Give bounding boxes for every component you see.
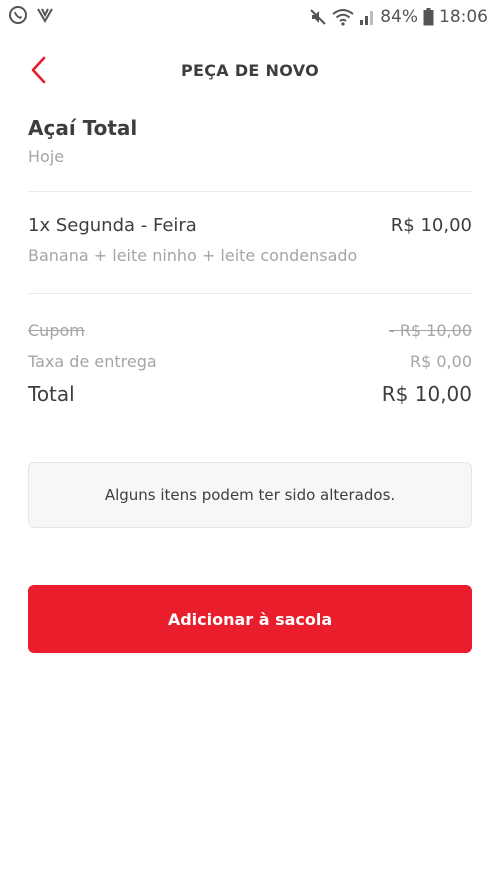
total-label: Total (28, 382, 75, 406)
divider (28, 191, 472, 192)
page-title: PEÇA DE NOVO (181, 61, 319, 80)
header: PEÇA DE NOVO (0, 44, 500, 98)
total-value: R$ 10,00 (381, 382, 472, 406)
coupon-label: Cupom (28, 321, 85, 340)
whatsapp-icon (8, 5, 28, 29)
status-left-icons (8, 5, 54, 29)
items-changed-notice: Alguns itens podem ter sido alterados. (28, 462, 472, 528)
item-title: 1x Segunda - Feira (28, 215, 197, 236)
order-item: 1x Segunda - Feira R$ 10,00 Banana + lei… (28, 212, 472, 265)
store-name: Açaí Total (28, 116, 138, 140)
battery-percentage: 84% (380, 7, 418, 27)
signal-icon (359, 8, 375, 26)
total-row: Total R$ 10,00 (28, 377, 472, 411)
delivery-fee-row: Taxa de entrega R$ 0,00 (28, 346, 472, 377)
divider (28, 293, 472, 294)
order-date: Hoje (28, 147, 65, 166)
notification-icon (36, 6, 54, 28)
coupon-row: Cupom - R$ 10,00 (28, 315, 472, 346)
order-summary: Cupom - R$ 10,00 Taxa de entrega R$ 0,00… (28, 315, 472, 411)
wifi-icon (332, 8, 354, 26)
status-bar: 84% 18:06 (0, 0, 500, 34)
item-price: R$ 10,00 (390, 215, 472, 236)
status-right: 84% 18:06 (309, 7, 488, 27)
status-time: 18:06 (439, 7, 488, 27)
item-description: Banana + leite ninho + leite condensado (28, 246, 358, 265)
item-row: 1x Segunda - Feira R$ 10,00 (28, 212, 472, 240)
add-to-bag-button[interactable]: Adicionar à sacola (28, 585, 472, 653)
battery-icon (423, 8, 434, 26)
coupon-value: - R$ 10,00 (388, 321, 472, 340)
delivery-fee-value: R$ 0,00 (409, 352, 472, 371)
delivery-fee-label: Taxa de entrega (28, 352, 157, 371)
mute-icon (309, 8, 327, 26)
store-info: Açaí Total Hoje (28, 115, 472, 166)
